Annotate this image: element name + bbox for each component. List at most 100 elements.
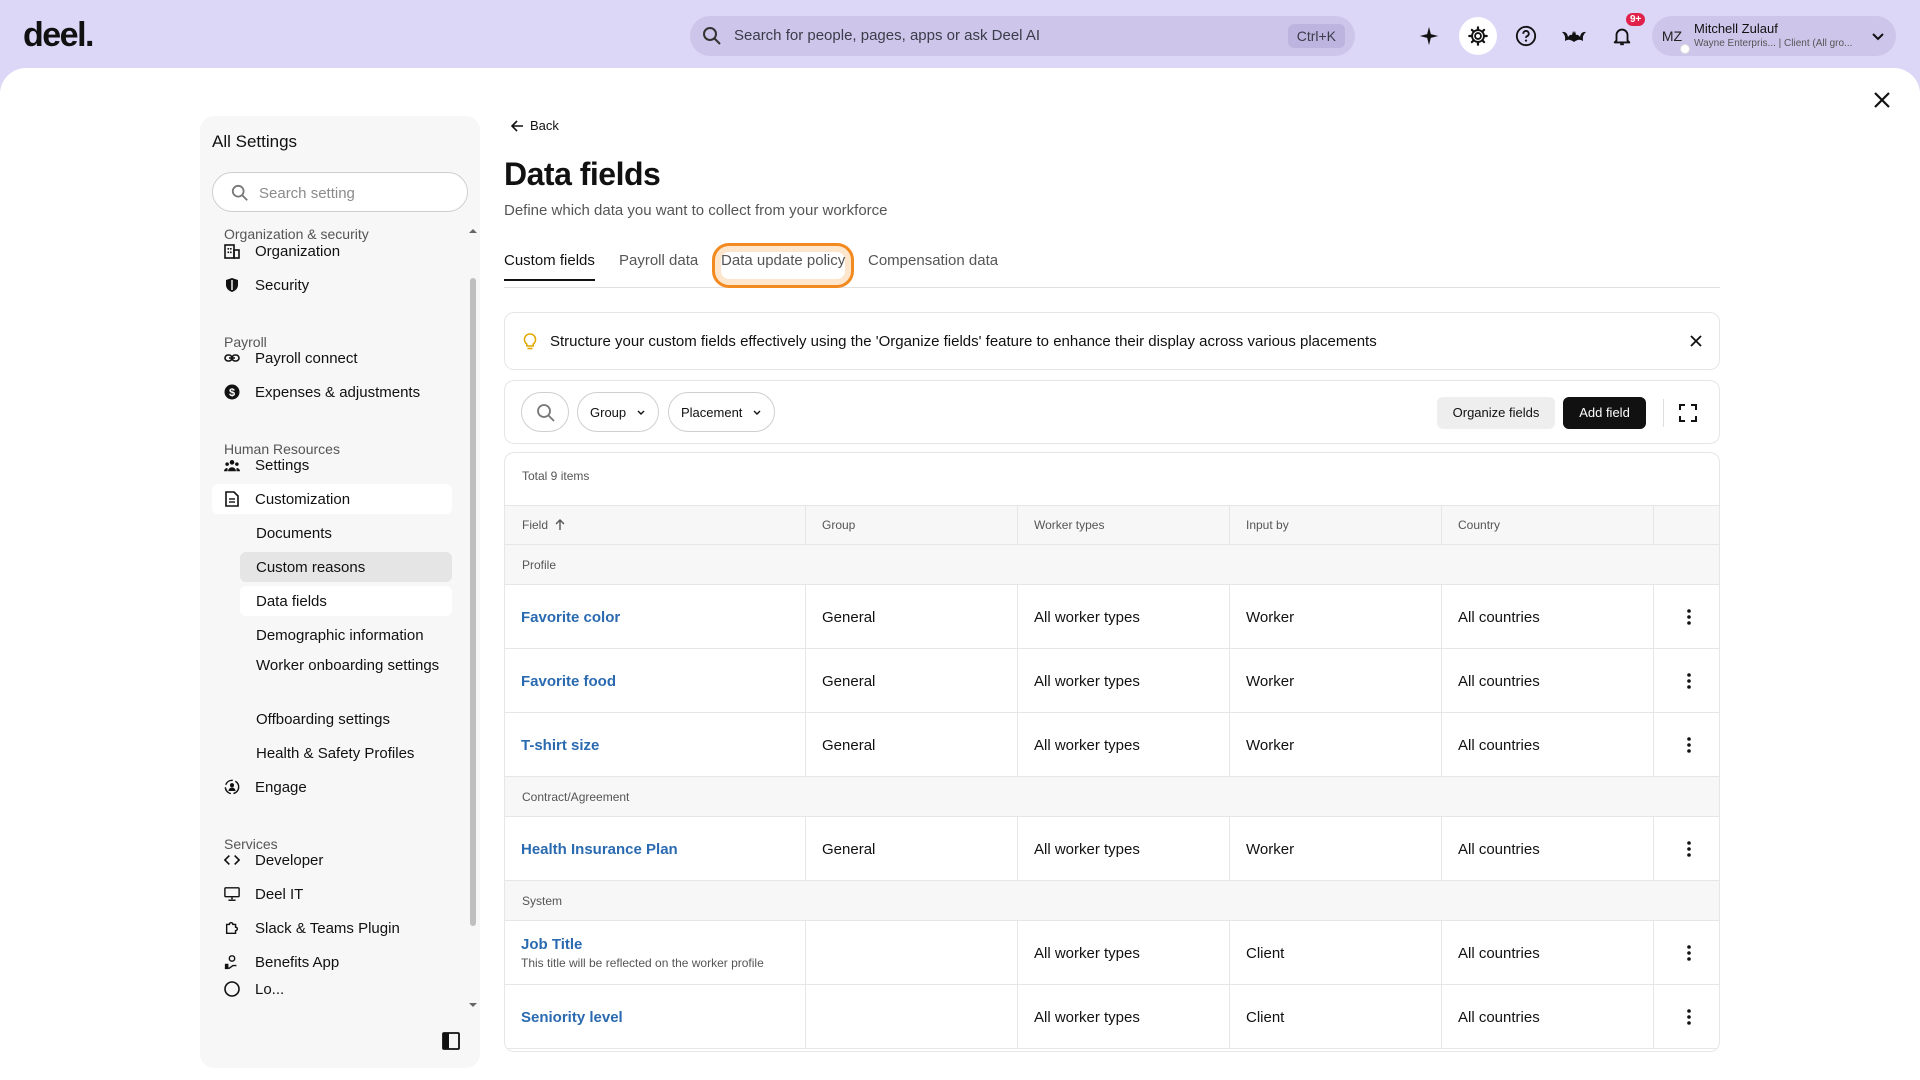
global-search[interactable]: Search for people, pages, apps or ask De… [690, 16, 1355, 56]
sidebar-item-deel-it[interactable]: Deel IT [212, 879, 452, 909]
user-menu[interactable]: MZ Mitchell Zulauf Wayne Enterpris... | … [1652, 16, 1896, 56]
sidebar-item-slack[interactable]: Slack & Teams Plugin [212, 913, 452, 943]
more-options-icon[interactable] [1681, 1007, 1697, 1027]
field-link[interactable]: T-shirt size [521, 737, 599, 754]
chevron-down-icon [637, 410, 645, 415]
field-link[interactable]: Job Title [521, 936, 582, 953]
sidebar-item-label: Lo... [255, 981, 285, 997]
column-header-country[interactable]: Country [1458, 518, 1500, 532]
column-header-worker-types[interactable]: Worker types [1034, 518, 1104, 532]
globe-icon [224, 981, 240, 997]
document-icon [224, 491, 240, 507]
scroll-down-icon[interactable] [468, 1000, 478, 1010]
gear-icon [1468, 26, 1488, 46]
batman-button[interactable] [1555, 17, 1593, 55]
engage-icon [224, 779, 240, 795]
group-cell [806, 921, 1018, 985]
column-header-field[interactable]: Field [522, 518, 566, 532]
tab-payroll-data[interactable]: Payroll data [619, 252, 698, 279]
chevron-down-icon [753, 410, 761, 415]
sidebar-item-engage[interactable]: Engage [212, 772, 452, 802]
field-link[interactable]: Seniority level [521, 1009, 623, 1026]
global-search-placeholder: Search for people, pages, apps or ask De… [734, 27, 1041, 44]
building-icon [224, 243, 240, 259]
worker-types-cell: All worker types [1018, 985, 1230, 1049]
sidebar-item-documents[interactable]: Documents [240, 518, 452, 548]
group-row-profile: Profile [505, 545, 1719, 585]
tab-compensation-data[interactable]: Compensation data [868, 252, 998, 279]
more-options-icon[interactable] [1681, 943, 1697, 963]
sidebar-item-customization[interactable]: Customization [212, 484, 452, 514]
column-header-group[interactable]: Group [822, 518, 855, 532]
sidebar-item-developer[interactable]: Developer [212, 845, 452, 875]
avatar-initials: MZ [1661, 28, 1683, 44]
organize-fields-button[interactable]: Organize fields [1437, 397, 1555, 429]
search-shortcut: Ctrl+K [1287, 24, 1345, 48]
add-field-button[interactable]: Add field [1563, 397, 1646, 429]
help-button[interactable] [1507, 17, 1545, 55]
deel-logo[interactable]: deel. [23, 16, 94, 55]
sidebar-item-label: Customization [255, 490, 351, 508]
sidebar-item-label: Security [255, 276, 310, 294]
group-filter[interactable]: Group [577, 392, 660, 432]
placement-filter[interactable]: Placement [668, 392, 776, 432]
fullscreen-icon[interactable] [1678, 403, 1698, 423]
sidebar-item-health-safety[interactable]: Health & Safety Profiles [240, 738, 452, 768]
tab-data-update-policy[interactable]: Data update policy [711, 243, 855, 288]
column-divider [805, 506, 806, 546]
sidebar-item-offboarding[interactable]: Offboarding settings [240, 704, 452, 734]
input-by-cell: Client [1230, 985, 1442, 1049]
sidebar-item-expenses[interactable]: $ Expenses & adjustments [212, 377, 452, 407]
sidebar-item-partial[interactable]: Lo... [212, 981, 452, 997]
settings-button[interactable] [1459, 17, 1497, 55]
back-button[interactable]: Back [510, 118, 559, 133]
worker-types-cell: All worker types [1018, 585, 1230, 649]
sidebar-search-input[interactable]: Search setting [212, 172, 468, 212]
lightbulb-icon [523, 333, 537, 350]
sidebar-item-data-fields[interactable]: Data fields [240, 586, 452, 616]
field-link[interactable]: Favorite color [521, 609, 620, 626]
sidebar-title: All Settings [212, 132, 298, 151]
sidebar-item-demographic[interactable]: Demographic information [240, 620, 452, 650]
collapse-sidebar-icon[interactable] [442, 1032, 460, 1050]
sidebar-item-settings[interactable]: Settings [212, 450, 452, 480]
sidebar-scrollbar[interactable] [470, 278, 476, 926]
deel-ai-button[interactable] [1410, 17, 1448, 55]
more-options-icon[interactable] [1681, 607, 1697, 627]
input-by-cell: Worker [1230, 585, 1442, 649]
scroll-up-icon[interactable] [468, 226, 478, 236]
field-link[interactable]: Health Insurance Plan [521, 841, 678, 858]
sidebar-item-organization[interactable]: Organization [212, 236, 452, 266]
close-icon[interactable] [1872, 90, 1892, 110]
worker-types-cell: All worker types [1018, 817, 1230, 881]
placement-filter-label: Placement [681, 404, 743, 420]
more-options-icon[interactable] [1681, 839, 1697, 859]
table-row[interactable]: Seniority level All worker types Client … [505, 985, 1719, 1049]
table-row[interactable]: Health Insurance Plan General All worker… [505, 817, 1719, 881]
sidebar-item-worker-onboarding[interactable]: Worker onboarding settings [240, 654, 452, 698]
sidebar-item-label: Payroll connect [255, 349, 358, 367]
sidebar-search-placeholder: Search setting [259, 185, 355, 202]
sidebar-item-benefits[interactable]: Benefits App [212, 947, 452, 977]
field-description: This title will be reflected on the work… [521, 956, 764, 970]
table-search-button[interactable] [521, 392, 569, 432]
sidebar-item-payroll-connect[interactable]: Payroll connect [212, 343, 452, 373]
tab-custom-fields[interactable]: Custom fields [504, 252, 595, 281]
table-row[interactable]: Favorite color General All worker types … [505, 585, 1719, 649]
close-icon[interactable] [1689, 334, 1703, 348]
field-link[interactable]: Favorite food [521, 673, 616, 690]
settings-sidebar: All Settings Search setting Organization… [200, 116, 480, 1068]
sidebar-item-custom-reasons[interactable]: Custom reasons [240, 552, 452, 582]
table-row[interactable]: Job Title This title will be reflected o… [505, 921, 1719, 985]
sidebar-item-security[interactable]: Security [212, 270, 452, 300]
table-row[interactable]: Favorite food General All worker types W… [505, 649, 1719, 713]
search-icon [537, 404, 555, 422]
column-header-input-by[interactable]: Input by [1246, 518, 1289, 532]
more-options-icon[interactable] [1681, 671, 1697, 691]
table-row[interactable]: T-shirt size General All worker types Wo… [505, 713, 1719, 777]
puzzle-icon [224, 920, 240, 936]
sidebar-item-label: Deel IT [255, 885, 304, 903]
column-divider [1653, 506, 1654, 546]
group-cell: General [806, 585, 1018, 649]
more-options-icon[interactable] [1681, 735, 1697, 755]
